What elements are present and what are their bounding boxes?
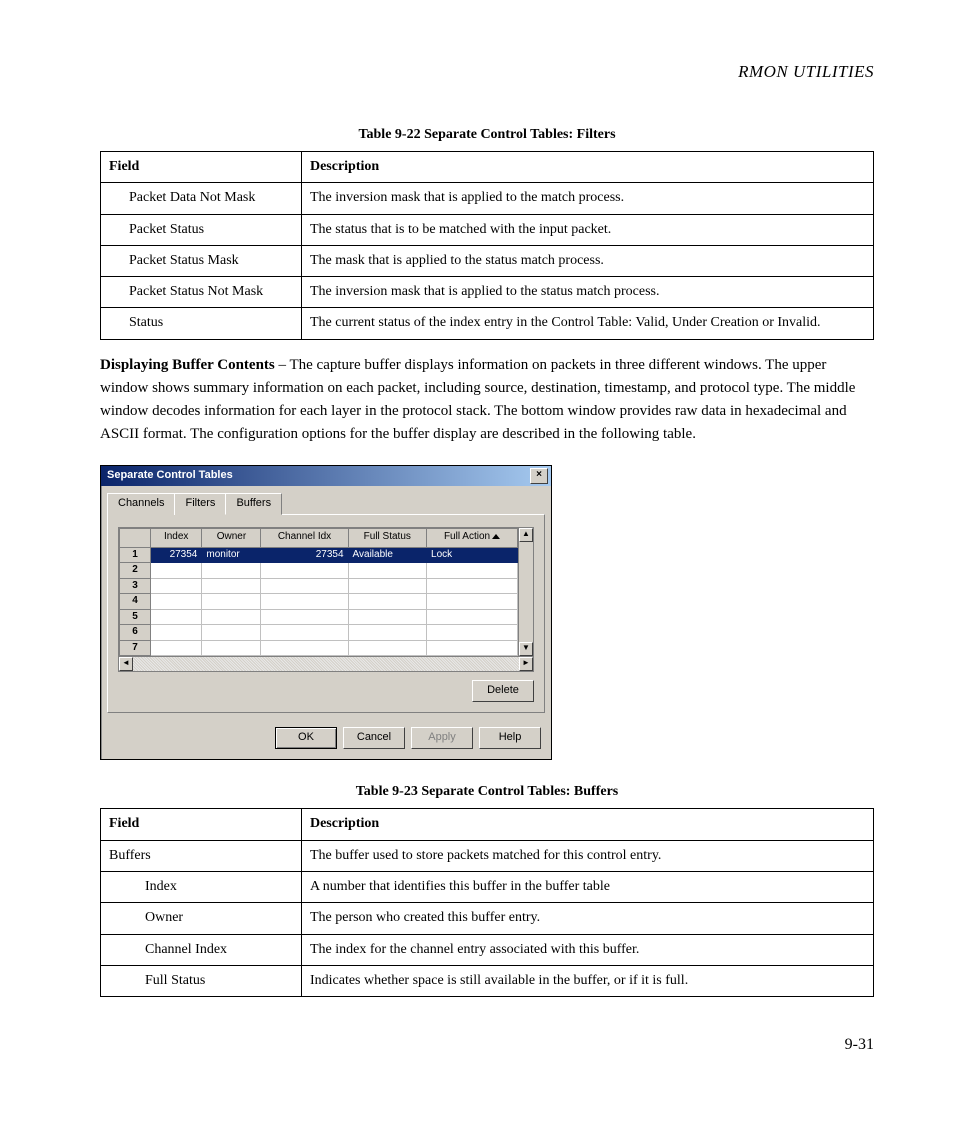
- scroll-down-icon[interactable]: ▼: [519, 642, 533, 656]
- close-icon[interactable]: ×: [530, 468, 548, 484]
- table-23-head-desc: Description: [301, 809, 873, 840]
- buffers-grid: Index Owner Channel Idx Full Status Full…: [118, 527, 534, 673]
- buffers-tab-panel: Index Owner Channel Idx Full Status Full…: [107, 514, 545, 713]
- row-1-action: Lock: [427, 547, 518, 563]
- delete-button[interactable]: Delete: [472, 680, 534, 702]
- row-1-status: Available: [348, 547, 427, 563]
- table-22-head-field: Field: [101, 151, 302, 182]
- row-6-num: 6: [120, 625, 151, 641]
- row-5-num: 5: [120, 609, 151, 625]
- t23-r1-f: Index: [101, 871, 302, 902]
- row-1-owner: monitor: [202, 547, 261, 563]
- t22-r3-f: Packet Status Not Mask: [101, 277, 302, 308]
- table-row[interactable]: 3: [120, 578, 518, 594]
- col-full-action[interactable]: Full Action: [427, 528, 518, 547]
- scroll-up-icon[interactable]: ▲: [519, 528, 533, 542]
- tab-filters[interactable]: Filters: [174, 493, 226, 515]
- row-1-chidx: 27354: [261, 547, 348, 563]
- t23-r4-d: Indicates whether space is still availab…: [301, 965, 873, 996]
- table-22-head-desc: Description: [301, 151, 873, 182]
- col-full-status[interactable]: Full Status: [348, 528, 427, 547]
- row-1-num: 1: [120, 547, 151, 563]
- t22-r1-d: The status that is to be matched with th…: [301, 214, 873, 245]
- table-22-caption: Table 9-22 Separate Control Tables: Filt…: [100, 125, 874, 145]
- col-channel-idx[interactable]: Channel Idx: [261, 528, 348, 547]
- table-23-caption: Table 9-23 Separate Control Tables: Buff…: [100, 782, 874, 802]
- row-1-index: 27354: [151, 547, 202, 563]
- t23-r1-d: A number that identifies this buffer in …: [301, 871, 873, 902]
- scroll-right-icon[interactable]: ►: [519, 657, 533, 671]
- ok-button[interactable]: OK: [275, 727, 337, 749]
- col-owner[interactable]: Owner: [202, 528, 261, 547]
- t22-r0-f: Packet Data Not Mask: [101, 183, 302, 214]
- row-7-num: 7: [120, 640, 151, 656]
- table-row[interactable]: 6: [120, 625, 518, 641]
- t22-r4-d: The current status of the index entry in…: [301, 308, 873, 339]
- dialog-title: Separate Control Tables: [107, 468, 233, 484]
- tab-buffers[interactable]: Buffers: [225, 493, 282, 515]
- help-button[interactable]: Help: [479, 727, 541, 749]
- t23-r2-d: The person who created this buffer entry…: [301, 903, 873, 934]
- table-row[interactable]: 2: [120, 563, 518, 579]
- sort-asc-icon: [492, 534, 500, 539]
- separate-control-tables-dialog: Separate Control Tables × Channels Filte…: [100, 465, 552, 760]
- table-row[interactable]: 7: [120, 640, 518, 656]
- para-lead: Displaying Buffer Contents: [100, 357, 275, 373]
- t23-r3-f: Channel Index: [101, 934, 302, 965]
- row-4-num: 4: [120, 594, 151, 610]
- table-22: Field Description Packet Data Not MaskTh…: [100, 151, 874, 340]
- page-number: 9-31: [100, 1033, 874, 1056]
- cancel-button[interactable]: Cancel: [343, 727, 405, 749]
- row-3-num: 3: [120, 578, 151, 594]
- t22-r1-f: Packet Status: [101, 214, 302, 245]
- table-23-head-field: Field: [101, 809, 302, 840]
- apply-button[interactable]: Apply: [411, 727, 473, 749]
- t22-r4-f: Status: [101, 308, 302, 339]
- table-23: Field Description BuffersThe buffer used…: [100, 808, 874, 997]
- buffer-contents-paragraph: Displaying Buffer Contents – The capture…: [100, 354, 874, 447]
- t23-r0-d: The buffer used to store packets matched…: [301, 840, 873, 871]
- t22-r0-d: The inversion mask that is applied to th…: [301, 183, 873, 214]
- col-index[interactable]: Index: [151, 528, 202, 547]
- dialog-titlebar: Separate Control Tables ×: [101, 466, 551, 486]
- t23-r2-f: Owner: [101, 903, 302, 934]
- horizontal-scrollbar[interactable]: ◄ ►: [119, 656, 533, 671]
- table-row[interactable]: 1 27354 monitor 27354 Available Lock: [120, 547, 518, 563]
- table-row[interactable]: 5: [120, 609, 518, 625]
- page-header: RMON UTILITIES: [100, 60, 874, 85]
- grid-corner: [120, 528, 151, 547]
- t23-r3-d: The index for the channel entry associat…: [301, 934, 873, 965]
- tab-channels[interactable]: Channels: [107, 493, 175, 515]
- t23-r4-f: Full Status: [101, 965, 302, 996]
- scroll-left-icon[interactable]: ◄: [119, 657, 133, 671]
- t22-r3-d: The inversion mask that is applied to th…: [301, 277, 873, 308]
- t23-r0-f: Buffers: [101, 840, 302, 871]
- t22-r2-d: The mask that is applied to the status m…: [301, 245, 873, 276]
- dialog-tabs: Channels Filters Buffers: [101, 486, 551, 514]
- row-2-num: 2: [120, 563, 151, 579]
- vertical-scrollbar[interactable]: ▲ ▼: [518, 528, 533, 657]
- table-row[interactable]: 4: [120, 594, 518, 610]
- t22-r2-f: Packet Status Mask: [101, 245, 302, 276]
